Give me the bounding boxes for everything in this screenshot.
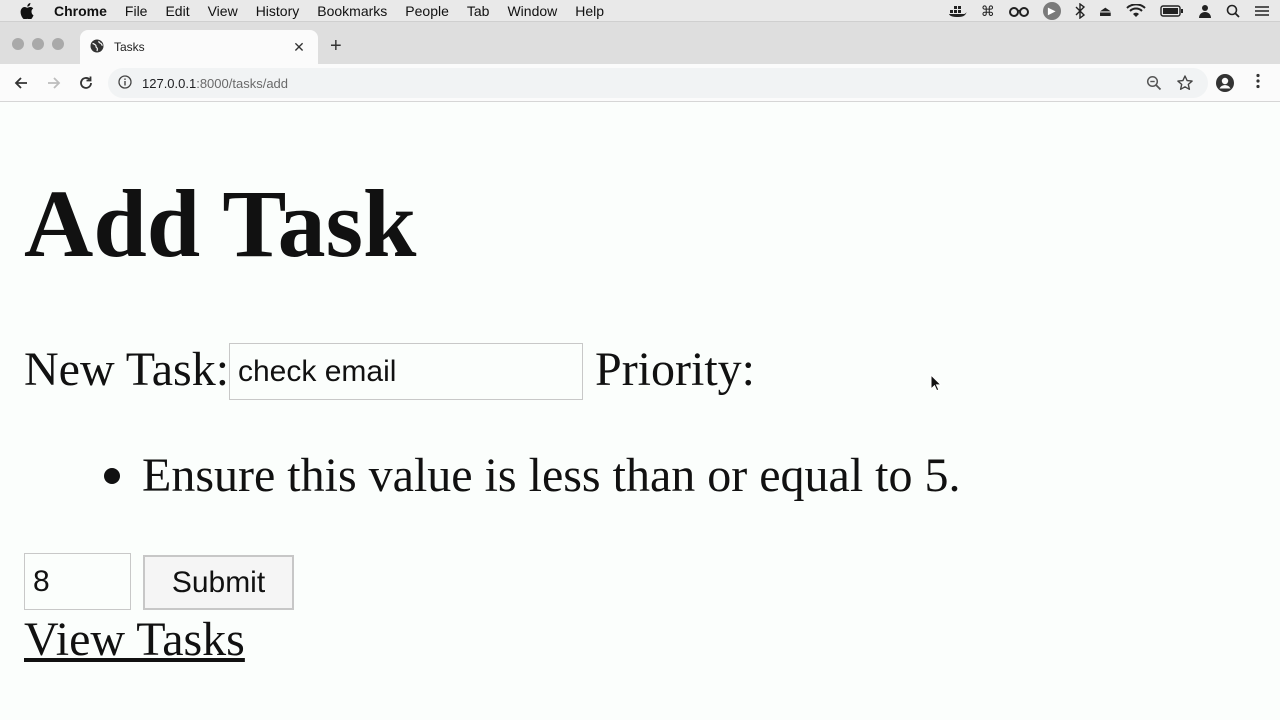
url-path: :8000/tasks/add bbox=[196, 75, 289, 91]
new-task-input[interactable] bbox=[229, 343, 583, 400]
menu-chrome[interactable]: Chrome bbox=[54, 3, 107, 19]
window-controls bbox=[12, 38, 64, 50]
back-arrow-icon[interactable] bbox=[10, 72, 32, 94]
browser-toolbar: 127.0.0.1:8000/tasks/add bbox=[0, 64, 1280, 102]
reload-icon[interactable] bbox=[75, 72, 97, 94]
menu-file[interactable]: File bbox=[125, 3, 148, 19]
url-host: 127.0.0.1 bbox=[142, 75, 197, 91]
error-list: Ensure this value is less than or equal … bbox=[104, 448, 961, 504]
page-content: Add Task New Task: Priority: Ensure this… bbox=[0, 102, 1280, 720]
submit-button[interactable]: Submit bbox=[143, 555, 294, 610]
menu-tab[interactable]: Tab bbox=[467, 3, 490, 19]
address-bar[interactable]: 127.0.0.1:8000/tasks/add bbox=[108, 68, 1208, 98]
status-icons: ⌘ ▶ ⏏ bbox=[948, 0, 1270, 22]
menu-history[interactable]: History bbox=[256, 3, 300, 19]
menu-help[interactable]: Help bbox=[575, 3, 604, 19]
user-icon[interactable] bbox=[1198, 4, 1212, 18]
new-task-label: New Task: bbox=[24, 343, 230, 396]
play-icon[interactable]: ▶ bbox=[1042, 2, 1061, 20]
battery-icon[interactable] bbox=[1160, 5, 1184, 17]
forward-arrow-icon[interactable] bbox=[43, 72, 65, 94]
zoom-window-button[interactable] bbox=[52, 38, 64, 50]
docker-icon[interactable] bbox=[948, 4, 967, 18]
tab-tasks[interactable]: Tasks ✕ bbox=[80, 30, 318, 64]
zoom-icon[interactable] bbox=[1146, 75, 1162, 91]
view-tasks-link[interactable]: View Tasks bbox=[24, 612, 245, 668]
menu-window[interactable]: Window bbox=[507, 3, 557, 19]
profile-avatar-icon[interactable] bbox=[1215, 73, 1235, 93]
tab-strip: Tasks ✕ + bbox=[0, 22, 1280, 64]
apple-icon[interactable] bbox=[20, 2, 36, 19]
bookmark-star-icon[interactable] bbox=[1176, 74, 1194, 92]
priority-label: Priority: bbox=[595, 343, 756, 396]
close-window-button[interactable] bbox=[12, 38, 24, 50]
menu-edit[interactable]: Edit bbox=[165, 3, 189, 19]
menu-people[interactable]: People bbox=[405, 3, 449, 19]
menu-view[interactable]: View bbox=[208, 3, 238, 19]
url-text: 127.0.0.1:8000/tasks/add bbox=[142, 76, 288, 91]
info-icon[interactable] bbox=[118, 75, 134, 91]
list-icon[interactable] bbox=[1254, 5, 1270, 17]
error-item: Ensure this value is less than or equal … bbox=[104, 448, 961, 504]
bluetooth-icon[interactable] bbox=[1075, 3, 1085, 19]
close-tab-icon[interactable]: ✕ bbox=[290, 39, 308, 56]
wifi-icon[interactable] bbox=[1126, 4, 1146, 18]
tab-title: Tasks bbox=[114, 40, 145, 54]
bullet-icon bbox=[104, 468, 120, 484]
globe-icon bbox=[90, 39, 106, 55]
minimize-window-button[interactable] bbox=[32, 38, 44, 50]
command-icon[interactable]: ⌘ bbox=[981, 3, 995, 20]
priority-input[interactable] bbox=[24, 553, 131, 610]
mouse-cursor-icon bbox=[930, 374, 942, 392]
more-menu-icon[interactable] bbox=[1252, 73, 1264, 93]
eject-icon[interactable]: ⏏ bbox=[1099, 3, 1112, 20]
search-icon[interactable] bbox=[1226, 4, 1240, 18]
page-title: Add Task bbox=[24, 170, 417, 277]
error-message: Ensure this value is less than or equal … bbox=[142, 449, 961, 502]
menu-bookmarks[interactable]: Bookmarks bbox=[317, 3, 387, 19]
new-tab-button[interactable]: + bbox=[330, 36, 342, 56]
glasses-icon[interactable] bbox=[1008, 5, 1029, 17]
macos-menu-bar: Chrome File Edit View History Bookmarks … bbox=[0, 0, 1280, 22]
